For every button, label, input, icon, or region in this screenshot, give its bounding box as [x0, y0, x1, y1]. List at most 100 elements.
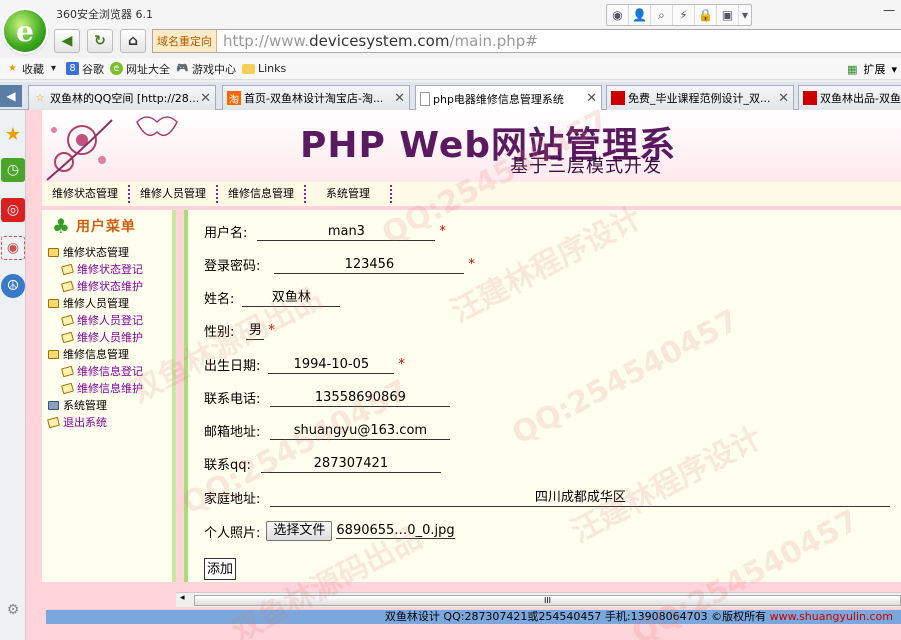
user-icon[interactable]: 👤 — [629, 5, 651, 25]
lightning-icon[interactable]: ⚡ — [673, 5, 695, 25]
close-icon[interactable]: ✕ — [200, 91, 211, 106]
qq-label: 联系qq: — [204, 458, 251, 473]
back-button[interactable]: ◀ — [54, 29, 80, 53]
menu-item-staff-add[interactable]: 维修人员登记 — [61, 312, 172, 329]
banner-subtitle: 基于三层模式开发 — [510, 156, 662, 177]
qq-input[interactable]: 287307421 — [260, 455, 441, 473]
tab-php-system[interactable]: php电器维修信息管理系统 ✕ — [415, 85, 602, 111]
menu-repair-status[interactable]: 维修状态管理 — [42, 185, 130, 203]
url-text[interactable]: http://www.devicesystem.com/main.php# — [217, 32, 538, 50]
tab-shuangyulin[interactable]: 双鱼林出品-双鱼 — [798, 85, 901, 110]
row-username: 用户名: man3 * — [204, 222, 446, 242]
browser-icon[interactable]: ◉ — [607, 5, 629, 25]
book-icon — [47, 416, 60, 429]
chevron-down-icon[interactable]: ▾ — [739, 5, 751, 25]
app-title: 360安全浏览器 6.1 — [56, 8, 153, 21]
required-mark: * — [439, 224, 446, 239]
globe-icon: e — [110, 62, 123, 75]
lock-icon[interactable]: 🔒 — [695, 5, 717, 25]
sidebar-toggle-icon[interactable]: ◀ — [0, 85, 22, 107]
row-gender: 性别: 男 * — [204, 321, 275, 341]
menu-item-logout[interactable]: 退出系统 — [47, 414, 172, 431]
search-icon[interactable]: ⌕ — [651, 5, 673, 25]
book-icon — [61, 331, 74, 344]
google-icon: 8 — [66, 62, 79, 75]
red-page-icon — [803, 91, 817, 105]
menu-repair-staff[interactable]: 维修人员管理 — [130, 185, 218, 203]
redirect-tag: 域名重定向 — [153, 30, 217, 52]
extensions[interactable]: ▦ 扩展 ▾ — [847, 61, 897, 77]
address-bar[interactable]: 域名重定向 http://www.devicesystem.com/main.p… — [152, 29, 901, 53]
gear-icon[interactable]: ⚙ — [1, 598, 25, 622]
menu-item-info-add[interactable]: 维修信息登记 — [61, 363, 172, 380]
menu-item-status-add[interactable]: 维修状态登记 — [61, 261, 172, 278]
add-button[interactable]: 添加 — [204, 558, 237, 580]
phone-label: 联系电话: — [204, 392, 261, 407]
choose-file-button[interactable]: 选择文件 — [266, 521, 333, 541]
menu-system[interactable]: 系统管理 — [306, 185, 392, 203]
menu-item-info-manage[interactable]: 维修信息维护 — [61, 380, 172, 397]
close-icon[interactable]: ✕ — [394, 91, 405, 106]
home-button[interactable]: ⌂ — [120, 29, 146, 53]
browser-logo[interactable]: e — [4, 10, 46, 52]
menu-group-status[interactable]: 维修状态管理 — [48, 244, 172, 261]
minimize-button[interactable]: — — [877, 0, 901, 20]
bookmark-links[interactable]: Links — [242, 62, 286, 75]
window-controls: — — [877, 0, 901, 20]
required-mark: * — [398, 357, 405, 372]
menu-item-staff-manage[interactable]: 维修人员维护 — [61, 329, 172, 346]
folder-icon — [242, 63, 255, 74]
email-input[interactable]: shuangyu@163.com — [270, 422, 451, 440]
bookmark-favorites[interactable]: ★ 收藏 ▾ — [6, 61, 60, 77]
footer-link[interactable]: www.shuangyulin.com — [770, 610, 893, 623]
bookmark-google[interactable]: 8 谷歌 — [66, 61, 104, 77]
favorites-star-icon[interactable]: ★ — [1, 122, 25, 146]
phone-input[interactable]: 13558690869 — [270, 389, 451, 407]
horizontal-scrollbar[interactable]: ◂ III — [176, 592, 901, 607]
name-label: 姓名: — [204, 292, 235, 307]
password-label: 登录密码: — [204, 259, 261, 274]
screenshot-icon[interactable]: ▣ — [717, 5, 739, 25]
clover-icon: ♣ — [52, 214, 70, 238]
share-icon[interactable]: ☮ — [1, 274, 25, 298]
birthday-label: 出生日期: — [204, 359, 261, 374]
gender-input[interactable]: 男 — [246, 322, 265, 340]
books-icon — [48, 401, 59, 410]
target-icon[interactable]: ◉ — [1, 236, 25, 260]
row-phone: 联系电话: 13558690869 — [204, 388, 451, 407]
clock-icon[interactable]: ◷ — [1, 158, 25, 182]
staff-form: 用户名: man3 * 登录密码: 123456 * 姓名: 双鱼林 性别: 男… — [184, 210, 901, 582]
tab-free-design[interactable]: 免费_毕业课程范例设计_双... ✕ — [606, 85, 794, 110]
menu-item-status-manage[interactable]: 维修状态维护 — [61, 278, 172, 295]
scroll-left-icon[interactable]: ◂ — [180, 593, 185, 603]
menu-group-staff[interactable]: 维修人员管理 — [48, 295, 172, 312]
weibo-icon[interactable]: ◎ — [1, 198, 25, 222]
folder-icon — [48, 248, 59, 257]
menu-group-info[interactable]: 维修信息管理 — [48, 346, 172, 363]
password-input[interactable]: 123456 — [274, 256, 465, 274]
birthday-input[interactable]: 1994-10-05 — [268, 356, 395, 374]
photo-label: 个人照片: — [204, 525, 261, 541]
username-input[interactable]: man3 — [257, 223, 436, 241]
book-icon — [61, 314, 74, 327]
name-input[interactable]: 双鱼林 — [242, 289, 341, 307]
address-input[interactable]: 四川成都成华区 — [270, 489, 891, 507]
page-icon — [420, 91, 430, 106]
gamepad-icon: 🎮 — [176, 63, 189, 74]
menu-repair-info[interactable]: 维修信息管理 — [218, 185, 306, 203]
bookmarks-bar: ★ 收藏 ▾ 8 谷歌 e 网址大全 🎮 游戏中心 Links ▦ 扩展 ▾ — [0, 58, 901, 80]
row-email: 邮箱地址: shuangyu@163.com — [204, 421, 451, 440]
menu-item-system[interactable]: 系统管理 — [48, 397, 172, 414]
bookmark-directory[interactable]: e 网址大全 — [110, 61, 170, 77]
scroll-thumb[interactable]: III — [194, 595, 901, 606]
chevron-down-icon: ▾ — [891, 62, 897, 76]
tab-qq-space[interactable]: ☆ 双鱼林的QQ空间 [http://28... ✕ — [28, 85, 216, 110]
close-icon[interactable]: ✕ — [586, 91, 597, 106]
site-banner: PHP Web网站管理系 基于三层模式开发 — [42, 110, 901, 182]
book-icon — [61, 365, 74, 378]
refresh-button[interactable]: ↻ — [87, 29, 113, 53]
left-menu: ♣ 用户菜单 维修状态管理 维修状态登记 维修状态维护 维修人员管理 维修人员登… — [42, 210, 176, 582]
close-icon[interactable]: ✕ — [778, 91, 789, 106]
tab-taobao-shop[interactable]: 淘首页-双鱼林设计淘宝店-淘... ✕ — [222, 85, 410, 110]
bookmark-games[interactable]: 🎮 游戏中心 — [176, 61, 236, 77]
